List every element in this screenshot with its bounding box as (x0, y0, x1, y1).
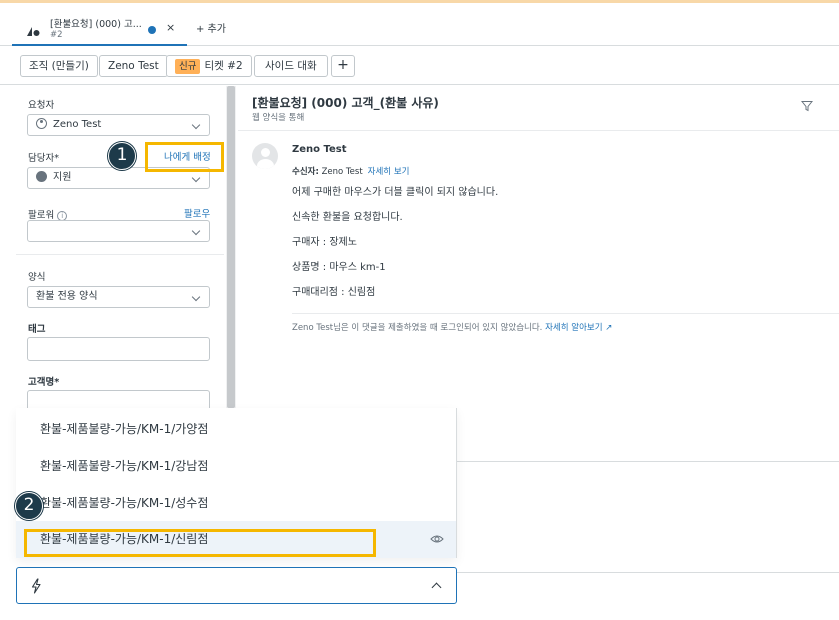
add-tab-button[interactable]: + 추가 (196, 20, 226, 35)
top-accent-line (0, 0, 839, 3)
macro-option[interactable]: 환불-제품불량-가능/KM-1/성수점 (16, 485, 456, 522)
assignee-label: 담당자* (28, 153, 59, 164)
highlight-box-assign-to-me (145, 142, 224, 172)
composer-divider (456, 461, 839, 462)
macro-option[interactable]: 환불-제품불량-가능/KM-1/강남점 (16, 448, 456, 485)
form-select[interactable]: 환불 전용 양식 (27, 286, 210, 308)
show-more-link[interactable]: 자세히 보기 (368, 167, 410, 177)
avatar (252, 143, 278, 169)
tab-subtitle: #2 (50, 30, 63, 40)
unsaved-dot-icon (148, 26, 156, 34)
tab-bar: [환불요청] (000) 고... #2 × + 추가 (0, 0, 839, 46)
breadcrumb-ticket[interactable]: 신규 티켓 #2 (166, 55, 252, 77)
customer-name-label: 고객명* (28, 377, 60, 388)
chevron-down-icon (191, 226, 201, 236)
ticket-subject: [환불요청] (000) 고객_(환불 사유) (252, 96, 439, 110)
macro-option[interactable]: 환불-제품불량-가능/KM-1/가양점 (16, 411, 456, 448)
filter-icon[interactable] (801, 100, 813, 112)
sidebar-scrollbar[interactable] (226, 86, 236, 410)
follow-link[interactable]: 팔로우 (184, 206, 210, 220)
conversation-pane: [환불요청] (000) 고객_(환불 사유) 웹 양식을 통해 Zeno Te… (238, 86, 839, 462)
chevron-down-icon (191, 173, 201, 183)
comment-line: 상품명 : 마우스 km-1 (292, 262, 386, 273)
login-notice: Zeno Test님은 이 댓글을 제출하였을 때 로그인되어 있지 않았습니다… (292, 323, 613, 333)
group-icon (36, 171, 47, 182)
ticket-label: 티켓 #2 (204, 60, 243, 72)
step-1-marker: 1 (108, 142, 136, 170)
close-tab-button[interactable]: × (166, 21, 175, 34)
zendesk-logo-icon (27, 27, 40, 36)
form-value: 환불 전용 양식 (36, 291, 98, 302)
header-divider (238, 130, 839, 131)
breadcrumb-user[interactable]: Zeno Test (99, 55, 168, 77)
chevron-up-icon (431, 582, 442, 593)
requester-value: Zeno Test (53, 119, 102, 130)
user-icon (36, 118, 47, 129)
side-conversation-button[interactable]: 사이드 대화 (254, 55, 328, 77)
tab-title: [환불요청] (000) 고... (50, 19, 142, 30)
ticket-channel: 웹 양식을 통해 (252, 113, 305, 123)
status-badge: 신규 (175, 59, 201, 74)
comment-line: 어제 구매한 마우스가 더블 클릭이 되지 않습니다. (292, 187, 499, 198)
tags-input[interactable] (27, 337, 210, 361)
requester-label: 요청자 (28, 100, 55, 111)
footer-divider (456, 572, 839, 573)
step-2-marker: 2 (15, 492, 43, 520)
comment-line: 신속한 환불을 요청합니다. (292, 212, 403, 223)
learn-more-link[interactable]: 자세히 알아보기 (545, 323, 602, 333)
comment-recipients: 수신자: Zeno Test 자세히 보기 (292, 167, 410, 177)
assignee-value: 지원 (53, 172, 72, 183)
preview-eye-icon[interactable] (430, 534, 444, 544)
ticket-properties-panel: 요청자 Zeno Test 담당자* 나에게 배정 지원 팔로워 i 팔로우 양식… (16, 86, 224, 412)
scrollbar-thumb[interactable] (227, 86, 235, 408)
apply-macro-select[interactable] (16, 567, 457, 604)
highlight-box-macro-option (24, 529, 376, 557)
ticket-tab[interactable]: [환불요청] (000) 고... #2 × (12, 10, 187, 46)
breadcrumb: 조직 (만들기) Zeno Test 신규 티켓 #2 사이드 대화 + (0, 47, 839, 85)
followers-select[interactable] (27, 220, 210, 242)
tags-label: 태그 (28, 324, 46, 335)
comment-divider (292, 313, 839, 314)
external-link-icon: ↗ (605, 323, 613, 333)
chevron-down-icon (191, 292, 201, 302)
requester-select[interactable]: Zeno Test (27, 114, 210, 136)
section-divider (16, 254, 224, 255)
comment-line: 구매자 : 장제노 (292, 237, 357, 248)
breadcrumb-organization[interactable]: 조직 (만들기) (20, 55, 98, 77)
comment-line: 구매대리점 : 신림점 (292, 287, 376, 298)
chevron-down-icon (191, 120, 201, 130)
lightning-bolt-icon (31, 578, 41, 594)
comment-author: Zeno Test (292, 144, 347, 155)
followers-label: 팔로워 i (28, 207, 68, 221)
add-side-conversation-button[interactable]: + (331, 55, 355, 77)
form-label: 양식 (28, 272, 46, 283)
